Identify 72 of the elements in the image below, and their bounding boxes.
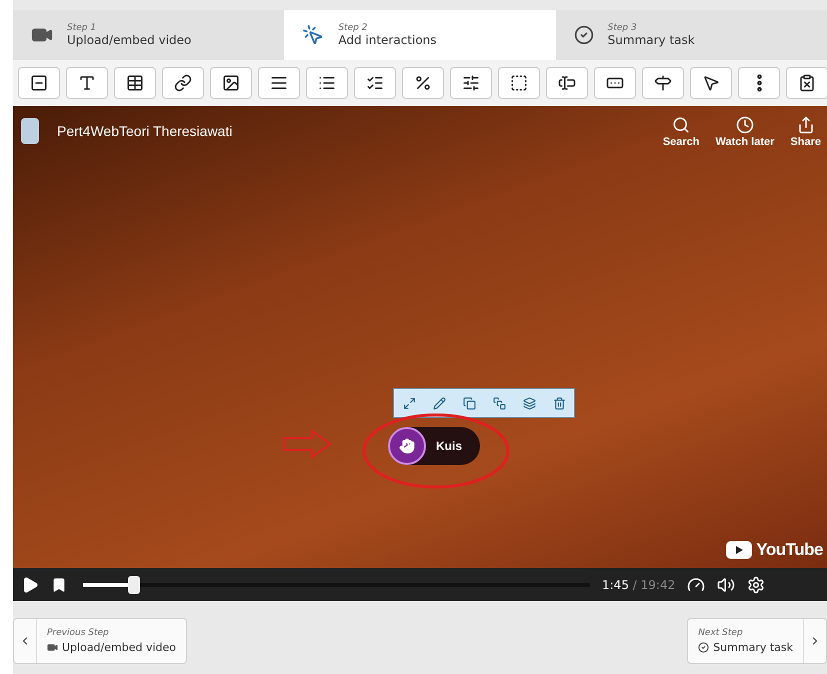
fraction-icon <box>414 74 432 92</box>
bullet-list-icon <box>318 74 336 92</box>
clock-icon <box>736 116 754 134</box>
link-icon <box>174 74 192 92</box>
text-icon <box>78 74 96 92</box>
pointer-click-icon <box>302 24 324 46</box>
arrow-annotation <box>282 429 332 459</box>
trash-icon[interactable] <box>552 396 566 410</box>
toolbar-button[interactable] <box>306 67 348 99</box>
hotspot-button[interactable]: Kuis <box>388 427 480 465</box>
checklist-icon <box>366 74 384 92</box>
settings-icon[interactable] <box>747 576 766 594</box>
check-circle-icon <box>698 642 710 653</box>
bookmark-icon[interactable] <box>51 576 67 592</box>
lines-icon <box>270 74 288 92</box>
toolbar-button[interactable] <box>450 67 492 99</box>
toolbar-button[interactable] <box>498 67 540 99</box>
toolbar-button[interactable] <box>690 67 732 99</box>
toolbar-button[interactable] <box>114 67 156 99</box>
seek-thumb[interactable] <box>128 576 140 594</box>
image-icon <box>222 74 240 92</box>
step-label: Add interactions <box>338 33 437 47</box>
share-icon <box>796 116 815 134</box>
pointer-icon <box>702 74 720 92</box>
toolbar-button[interactable] <box>354 67 396 99</box>
toolbar-button[interactable] <box>258 67 300 99</box>
volume-icon[interactable] <box>717 576 736 594</box>
step-number: Step 2 <box>338 23 368 33</box>
play-logo-icon <box>726 541 752 559</box>
toolbar-button[interactable] <box>738 67 780 99</box>
sliders-icon <box>462 74 480 92</box>
brand-text: YouTube <box>756 540 823 560</box>
toolbar-button[interactable] <box>66 67 108 99</box>
toolbar-button[interactable] <box>210 67 252 99</box>
gauge-icon[interactable] <box>687 576 706 594</box>
step-tab[interactable]: Step 2 Add interactions <box>284 10 556 60</box>
previous-step-button[interactable]: Previous Step Upload/embed video <box>13 618 188 664</box>
video-camera-icon <box>47 642 58 653</box>
signpost-icon <box>654 74 672 92</box>
clipboard-icon <box>798 74 816 92</box>
step-label: Upload/embed video <box>67 33 192 47</box>
step-label: Summary task <box>608 33 695 47</box>
stack-icon[interactable] <box>492 396 506 410</box>
video-action[interactable]: Search <box>662 116 700 148</box>
play-icon[interactable] <box>21 576 39 594</box>
video-action[interactable]: Share <box>790 116 821 148</box>
channel-name: Pert4WebTeori Theresiawati <box>57 123 232 139</box>
step-number: Step 1 <box>67 23 98 33</box>
minus-square-icon <box>30 74 48 92</box>
table-icon <box>126 74 144 92</box>
toolbar-button[interactable] <box>642 67 684 99</box>
time-reading: 1:45 / 19:42 <box>602 578 676 592</box>
more-icon <box>756 74 762 92</box>
video-action[interactable]: Watch later <box>716 116 774 148</box>
toolbar-button[interactable] <box>786 67 827 99</box>
next-step-button[interactable]: Next Step Summary task <box>687 618 827 664</box>
check-circle-icon <box>574 25 594 45</box>
channel-logo <box>21 118 39 144</box>
toolbar-button[interactable] <box>546 67 588 99</box>
step-number: Step 3 <box>608 23 638 33</box>
text-box-icon <box>558 74 576 92</box>
search-icon <box>672 116 690 134</box>
layers-icon[interactable] <box>522 396 536 410</box>
toolbar-button[interactable] <box>162 67 204 99</box>
toolbar-button[interactable] <box>594 67 636 99</box>
dashed-square-icon <box>510 74 528 92</box>
hand-icon <box>388 427 426 465</box>
copy-icon[interactable] <box>462 396 476 410</box>
toolbar-button[interactable] <box>402 67 444 99</box>
pencil-icon[interactable] <box>432 396 446 410</box>
expand-icon[interactable] <box>402 396 416 410</box>
toolbar-button[interactable] <box>18 67 60 99</box>
